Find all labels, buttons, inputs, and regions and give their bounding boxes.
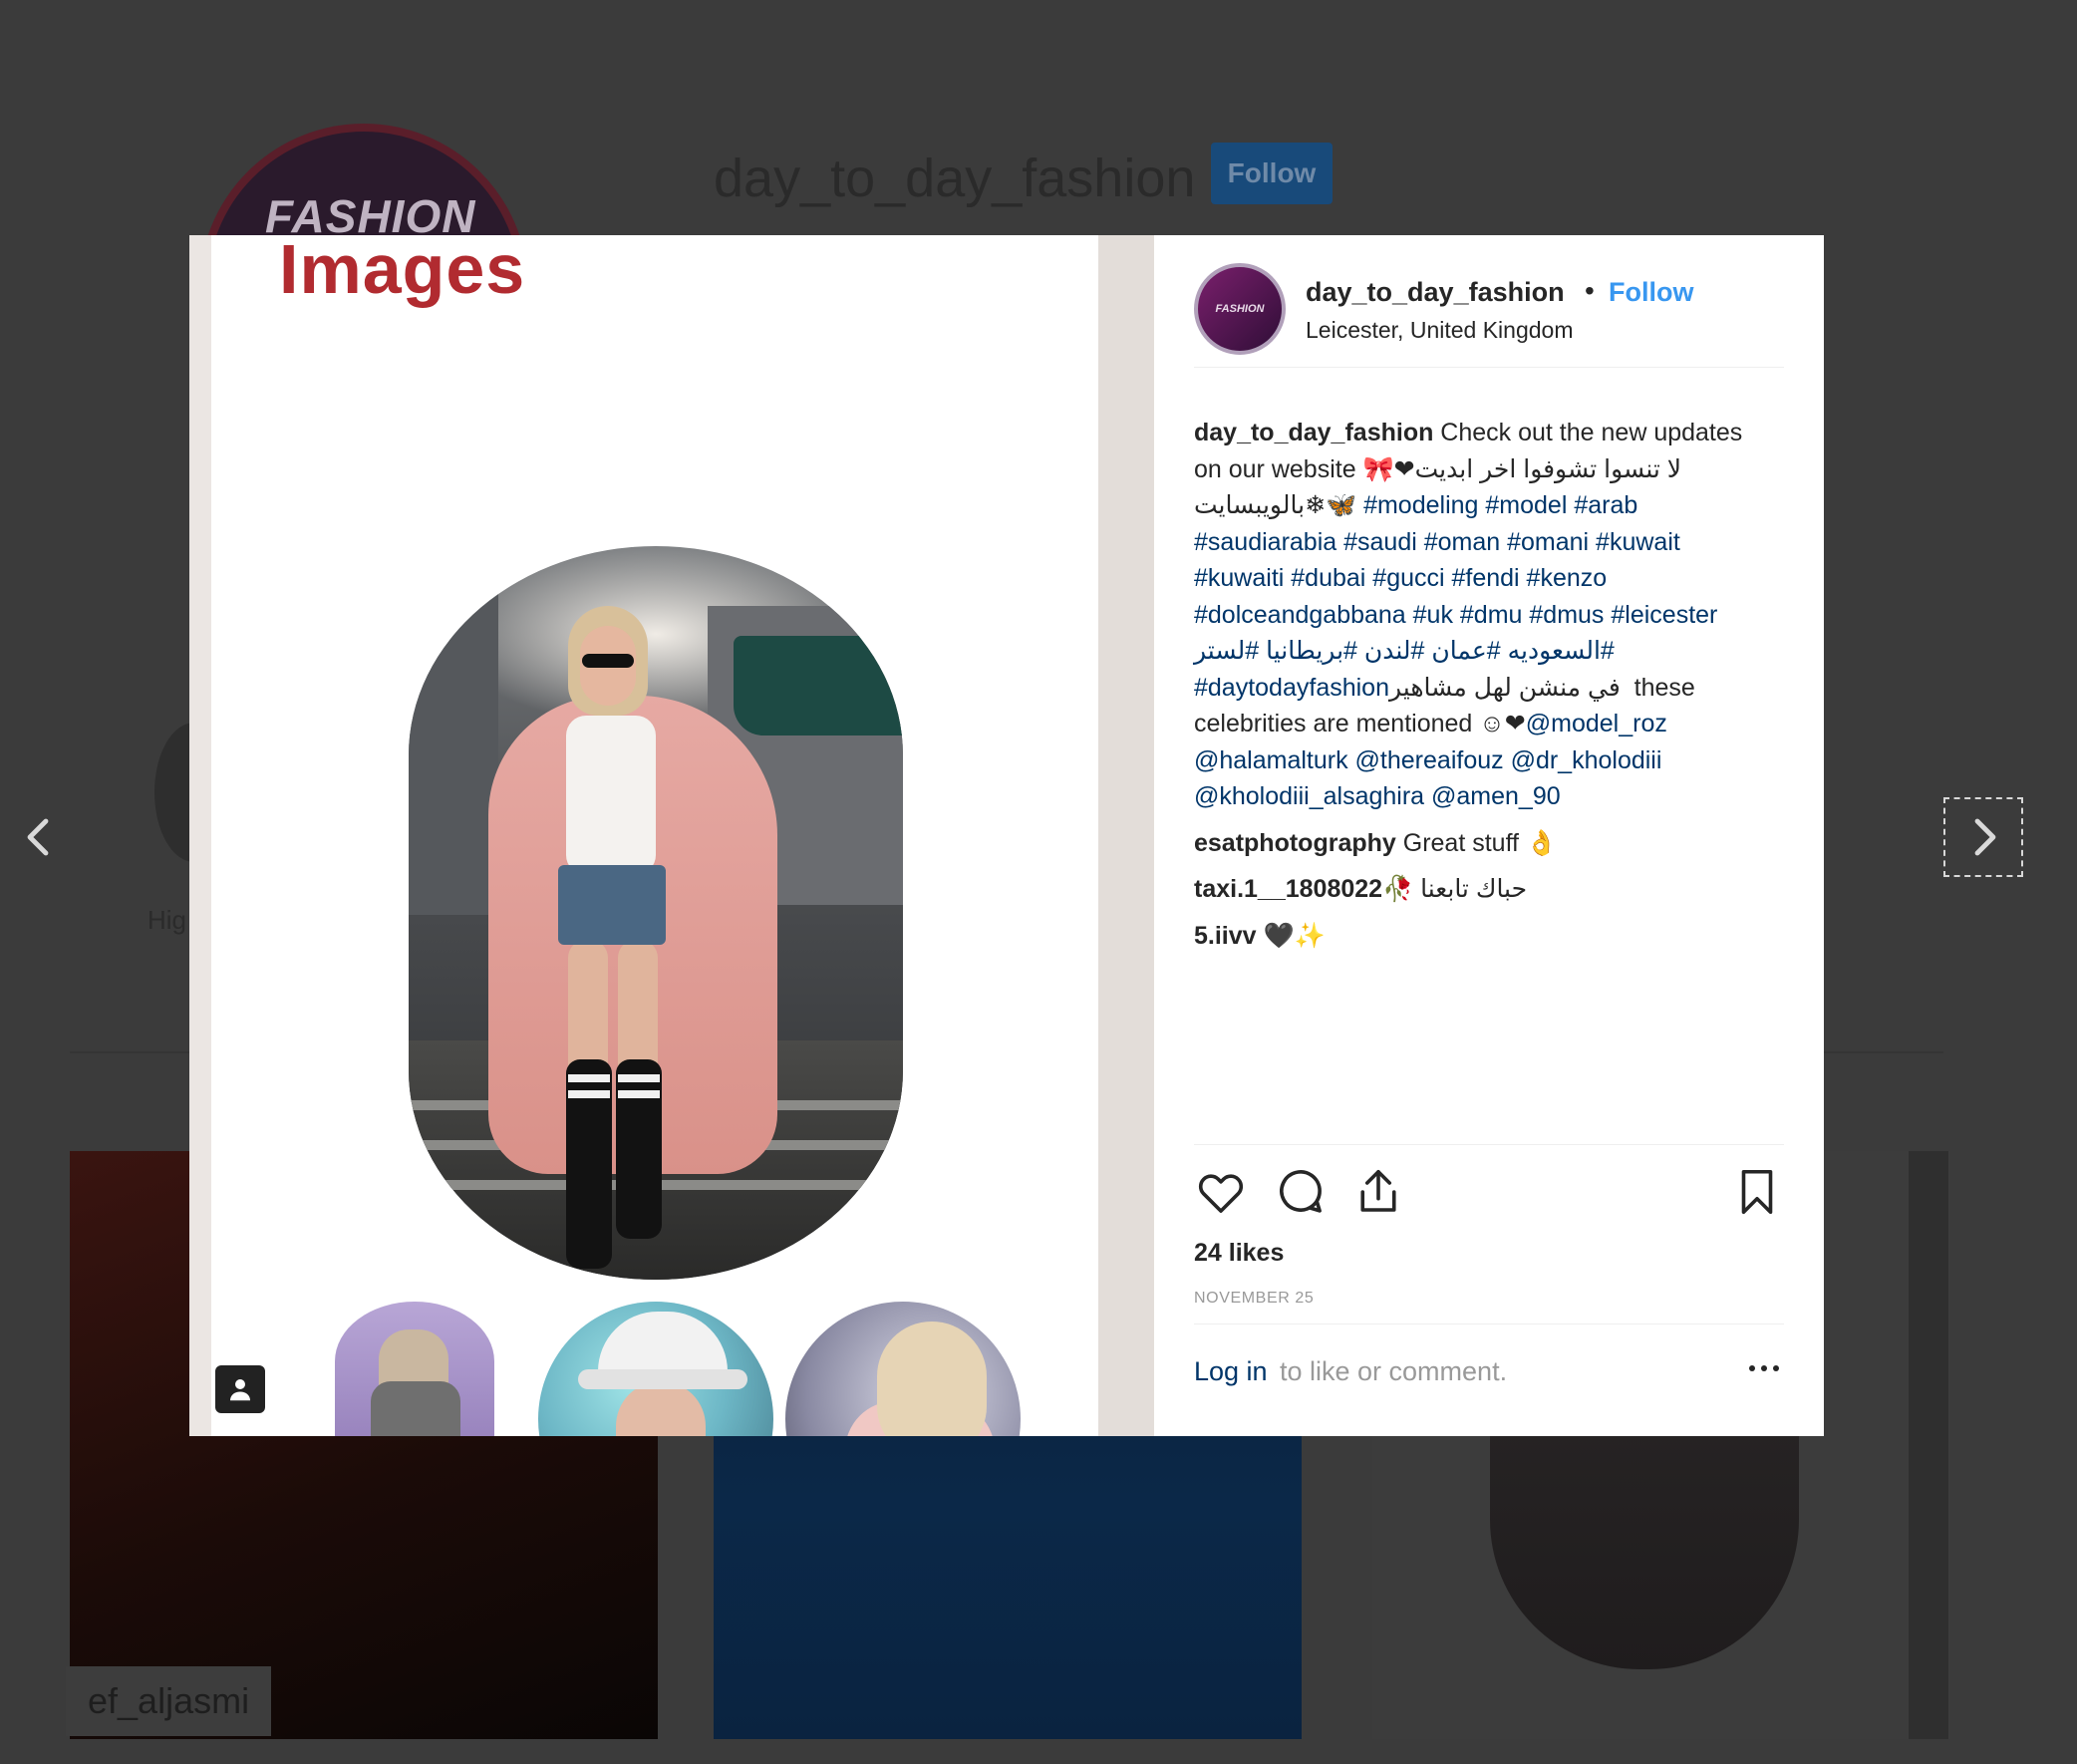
model-shorts xyxy=(558,865,666,945)
comment-button[interactable] xyxy=(1274,1165,1328,1219)
caption-hashtags-arabic[interactable]: #السعوديه #عمان #لندن #بريطانيا #لستر xyxy=(1194,637,1615,665)
follow-button[interactable]: Follow xyxy=(1609,277,1693,308)
photo-awning xyxy=(734,636,903,735)
person-icon xyxy=(230,1379,250,1401)
author-avatar-text: FASHION xyxy=(1215,303,1265,315)
post-modal: Images FASHION day_to_day_fashion • Foll… xyxy=(189,235,1824,1436)
more-options-button[interactable] xyxy=(1744,1358,1784,1378)
thumb-hair xyxy=(877,1322,987,1436)
previous-post-button[interactable] xyxy=(0,797,80,877)
comment: taxi.1__1808022 حباك تابعنا 🥀 xyxy=(1194,871,1777,908)
thumb-cap-brim xyxy=(578,1369,747,1389)
more-icon xyxy=(1749,1365,1779,1371)
likes-count[interactable]: 24 likes xyxy=(1194,1239,1284,1268)
caption-arabic: في منشن لهل مشاهير xyxy=(1388,673,1628,702)
thumb-shirt xyxy=(371,1381,460,1436)
media-thumbnail[interactable] xyxy=(785,1302,1021,1436)
main-photo[interactable] xyxy=(409,546,903,1280)
action-bar xyxy=(1194,1144,1784,1229)
header-separator: • xyxy=(1585,275,1595,306)
author-avatar[interactable]: FASHION xyxy=(1194,263,1286,355)
share-button[interactable] xyxy=(1351,1165,1405,1219)
story-highlight-label: Hig xyxy=(148,905,187,935)
post-info: FASHION day_to_day_fashion • Follow Leic… xyxy=(1154,235,1824,1436)
comment-text: Great stuff 👌 xyxy=(1395,828,1558,857)
comment-username[interactable]: taxi.1__1808022 xyxy=(1194,875,1382,903)
chevron-right-icon xyxy=(1974,818,1996,856)
caption-username[interactable]: day_to_day_fashion xyxy=(1194,419,1433,446)
grid-user-tag: ef_aljasmi xyxy=(66,1666,272,1736)
share-icon xyxy=(1360,1169,1396,1212)
sock-band xyxy=(568,1074,610,1082)
sock-band xyxy=(618,1090,660,1098)
comment-text: 🖤✨ xyxy=(1256,921,1326,950)
profile-username: day_to_day_fashion xyxy=(714,148,1196,208)
comment-text: حباك تابعنا 🥀 xyxy=(1382,875,1535,903)
like-button[interactable] xyxy=(1194,1165,1248,1219)
comment-username[interactable]: esatphotography xyxy=(1194,829,1396,857)
profile-follow-button[interactable]: Follow xyxy=(1211,143,1333,204)
model-boot xyxy=(616,1059,662,1239)
next-post-button[interactable] xyxy=(1943,797,2023,877)
comment: esatphotography Great stuff 👌 xyxy=(1194,825,1777,862)
photo-building xyxy=(409,586,498,915)
save-button[interactable] xyxy=(1730,1165,1784,1219)
sock-band xyxy=(568,1090,610,1098)
login-link[interactable]: Log in xyxy=(1194,1356,1268,1387)
model-top xyxy=(566,716,656,875)
grid-post-tile-edge xyxy=(1909,1151,1948,1739)
caption-hashtag[interactable]: #daytodayfashion xyxy=(1194,674,1389,702)
user-tags-button[interactable] xyxy=(215,1365,265,1413)
post-media[interactable]: Images xyxy=(189,235,1098,1436)
caption-emoji: ❄🦋 xyxy=(1305,491,1357,519)
thumb-face xyxy=(616,1381,706,1436)
caption-emoji: 🎀❤ xyxy=(1362,454,1415,483)
comment-footer: Log in to like or comment. xyxy=(1194,1323,1784,1404)
post-header: FASHION day_to_day_fashion • Follow Leic… xyxy=(1194,263,1784,368)
media-title: Images xyxy=(279,235,526,308)
heart-icon xyxy=(1198,1174,1244,1213)
chevron-left-icon xyxy=(27,818,49,856)
post-location[interactable]: Leicester, United Kingdom xyxy=(1306,317,1574,344)
post-date: NOVEMBER 25 xyxy=(1194,1290,1315,1307)
comments-section: day_to_day_fashion Check out the new upd… xyxy=(1194,415,1777,964)
login-prompt: to like or comment. xyxy=(1280,1356,1508,1386)
media-info-separator xyxy=(1098,235,1154,1436)
media-thumbnail[interactable] xyxy=(335,1302,494,1436)
comment-username[interactable]: 5.iivv xyxy=(1194,922,1257,950)
caption: day_to_day_fashion Check out the new upd… xyxy=(1194,415,1777,815)
sock-band xyxy=(618,1074,660,1082)
caption-emoji: ☺❤ xyxy=(1479,710,1526,737)
bookmark-icon xyxy=(1741,1169,1773,1215)
model-sunglasses xyxy=(582,654,634,668)
author-username[interactable]: day_to_day_fashion xyxy=(1306,277,1565,308)
comment-icon xyxy=(1280,1170,1322,1213)
media-thumbnail[interactable] xyxy=(538,1302,773,1436)
comment: 5.iivv 🖤✨ xyxy=(1194,918,1777,955)
